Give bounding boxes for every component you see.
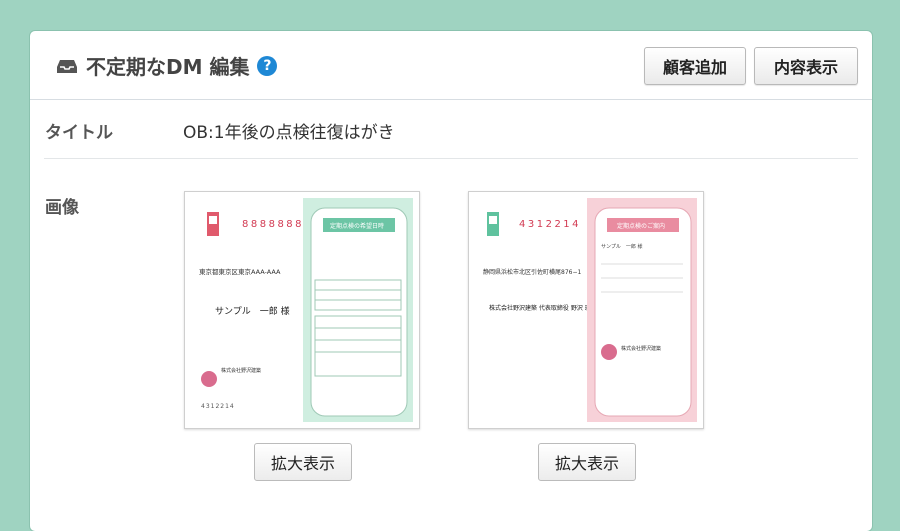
show-content-button[interactable]: 内容表示 xyxy=(754,47,858,85)
page-title: 不定期なDM 編集 xyxy=(86,55,250,79)
postcard-1-heading: 定期点検の希望日時 xyxy=(330,222,384,230)
postcard-2-company: 株式会社野沢建築 xyxy=(621,345,661,352)
edit-panel: 不定期なDM 編集 ? 顧客追加 内容表示 タイトル OB:1年後の点検往復はが… xyxy=(30,31,872,531)
postcard-2-zip: 4312214 xyxy=(519,219,581,230)
postcard-2-address: 静岡県浜松市北区引佐町横尾876−1 xyxy=(483,268,581,276)
postcard-thumbnail-2[interactable]: 4312214 静岡県浜松市北区引佐町横尾876−1 株式会社野沢建築 代表取締… xyxy=(468,191,704,429)
panel-header: 不定期なDM 編集 ? 顧客追加 内容表示 xyxy=(30,31,872,100)
postcard-2-heading: 定期点検のご案内 xyxy=(617,222,665,230)
inbox-icon xyxy=(57,59,77,73)
zoom-button-1[interactable]: 拡大表示 xyxy=(254,443,352,481)
title-value: OB:1年後の点検往復はがき xyxy=(183,123,395,143)
help-icon[interactable]: ? xyxy=(257,55,278,76)
image-label: 画像 xyxy=(45,198,79,218)
postcard-1-image: 8888888 東京都東京区東京AAA-AAA サンプル 一郎 様 株式会社野沢… xyxy=(185,192,419,428)
postcard-2-recipient: 株式会社野沢建築 代表取締役 野沢 理 究 xyxy=(489,304,599,312)
postcard-1-address: 東京都東京区東京AAA-AAA xyxy=(199,267,281,276)
postcard-1-zip: 8888888 xyxy=(242,219,304,230)
add-customer-button[interactable]: 顧客追加 xyxy=(644,47,746,85)
zoom-button-2[interactable]: 拡大表示 xyxy=(538,443,636,481)
postcard-1-recipient: サンプル 一郎 様 xyxy=(215,305,290,317)
postcard-2-image: 4312214 静岡県浜松市北区引佐町横尾876−1 株式会社野沢建築 代表取締… xyxy=(469,192,703,428)
page-title-group: 不定期なDM 編集 ? xyxy=(56,51,278,80)
postcard-2-greeting: サンプル 一郎 様 xyxy=(601,243,642,250)
title-label: タイトル xyxy=(45,123,113,143)
postcard-1-from-zip: 4312214 xyxy=(201,403,235,410)
divider xyxy=(44,158,858,159)
postcard-thumbnail-1[interactable]: 8888888 東京都東京区東京AAA-AAA サンプル 一郎 様 株式会社野沢… xyxy=(184,191,420,429)
postcard-1-company: 株式会社野沢建築 xyxy=(221,367,261,374)
